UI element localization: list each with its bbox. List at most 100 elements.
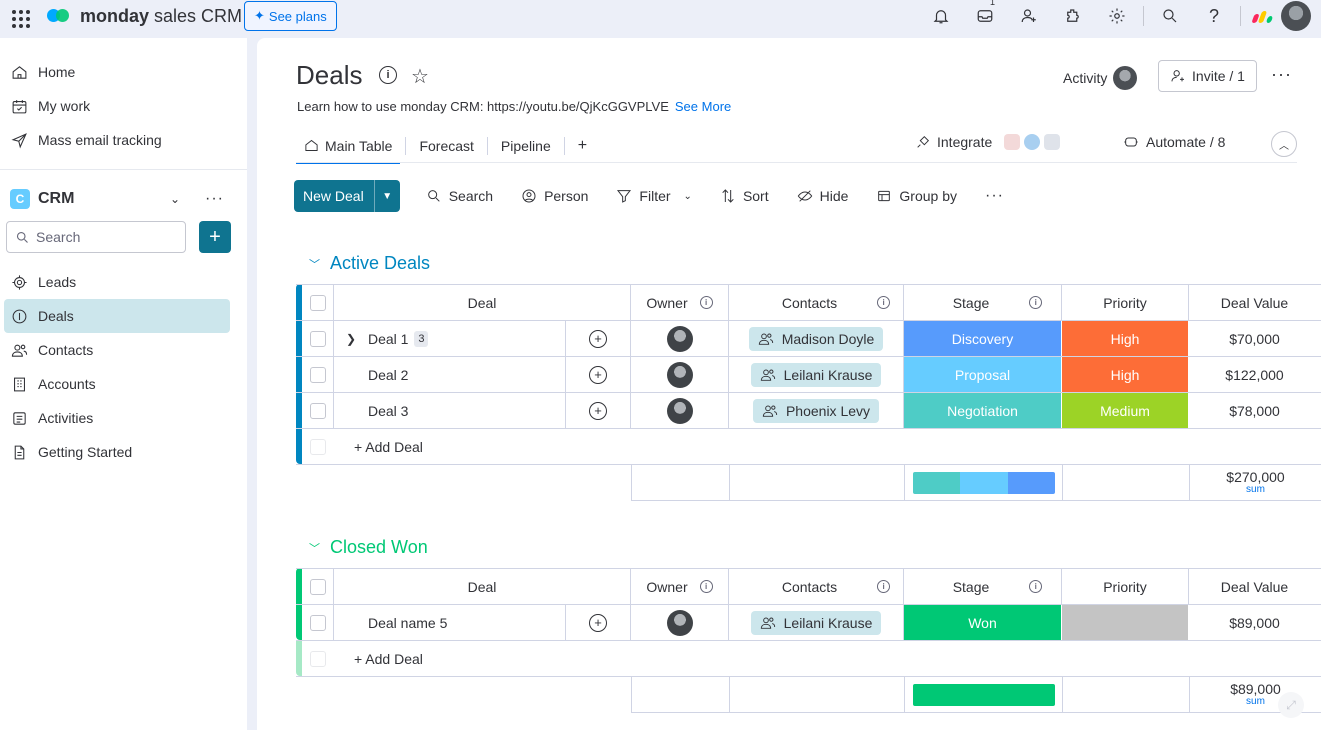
help-icon[interactable]: ? (1192, 0, 1236, 32)
info-icon[interactable]: i (699, 296, 713, 309)
brand-name[interactable]: monday sales CRM (80, 6, 242, 27)
owner-cell[interactable] (631, 321, 729, 356)
sort-button[interactable]: Sort (710, 180, 779, 212)
add-board-button[interactable]: + (199, 221, 231, 253)
updates-cell[interactable]: + (566, 321, 631, 356)
select-all-checkbox[interactable] (309, 294, 326, 311)
collapse-header-button[interactable]: ︿ (1271, 131, 1297, 157)
column-header-owner[interactable]: Owner i (631, 569, 729, 604)
sidebar-item-mass-email-tracking[interactable]: Mass email tracking (0, 123, 247, 157)
priority-status-cell[interactable]: High (1062, 357, 1189, 392)
deal-value-cell[interactable]: $70,000 (1189, 321, 1320, 356)
add-deal-input[interactable]: + Add Deal (354, 641, 654, 676)
column-header-deal-value[interactable]: Deal Value (1189, 569, 1320, 604)
sidebar-item-deals[interactable]: Deals (4, 299, 230, 333)
owner-cell[interactable] (631, 605, 729, 640)
table-row[interactable]: Deal 2 + Leilani Krause Proposal High $1… (296, 357, 1321, 393)
see-more-link[interactable]: See More (675, 99, 731, 114)
column-header-contacts[interactable]: Contacts i (729, 569, 904, 604)
deal-value-cell[interactable]: $89,000 (1189, 605, 1320, 640)
apps-grid-icon[interactable] (10, 8, 30, 28)
sidebar-item-contacts[interactable]: Contacts (4, 333, 230, 367)
stage-status-cell[interactable]: Discovery (904, 321, 1062, 356)
filter-button[interactable]: Filter ⌄ (606, 180, 702, 212)
new-deal-button[interactable]: New Deal ▼ (294, 180, 400, 212)
workspace-more-icon[interactable]: ··· (205, 190, 224, 208)
add-view-button[interactable]: + (570, 128, 595, 163)
page-title[interactable]: Deals (296, 60, 362, 91)
contact-chip[interactable]: Leilani Krause (750, 610, 882, 635)
owner-cell[interactable] (631, 393, 729, 428)
column-header-owner[interactable]: Owner i (631, 285, 729, 320)
info-icon[interactable]: i (1029, 296, 1043, 309)
column-header-deal-value[interactable]: Deal Value (1189, 285, 1320, 320)
chevron-down-icon[interactable]: ⌄ (684, 191, 692, 202)
sidebar-search-input[interactable]: Search (6, 221, 186, 253)
invite-button[interactable]: Invite / 1 (1158, 60, 1257, 92)
hide-button[interactable]: Hide (787, 180, 859, 212)
stage-distribution-bar[interactable] (913, 472, 1055, 494)
column-header-deal[interactable]: Deal (334, 285, 631, 320)
stage-status-cell[interactable]: Proposal (904, 357, 1062, 392)
contacts-cell[interactable]: Leilani Krause (729, 605, 904, 640)
expand-subitems-icon[interactable]: ❯ (346, 332, 356, 346)
priority-status-cell[interactable] (1062, 605, 1189, 640)
stage-summary-cell[interactable] (905, 465, 1063, 500)
stage-status-cell[interactable]: Negotiation (904, 393, 1062, 428)
see-plans-button[interactable]: ✦ See plans (244, 1, 337, 31)
column-header-priority[interactable]: Priority (1062, 285, 1189, 320)
updates-cell[interactable]: + (566, 393, 631, 428)
chevron-down-icon[interactable]: ﹀ (309, 256, 320, 272)
column-header-stage[interactable]: Stage i (904, 569, 1062, 604)
group-header-active-deals[interactable]: ﹀ Active Deals (309, 253, 430, 274)
deal-name-cell[interactable]: Deal 3 (334, 393, 566, 428)
deal-name[interactable]: Deal 1 (368, 331, 408, 347)
column-header-stage[interactable]: Stage i (904, 285, 1062, 320)
info-icon[interactable]: i (877, 296, 891, 309)
row-checkbox[interactable] (309, 614, 326, 631)
sidebar-item-my-work[interactable]: My work (0, 89, 247, 123)
add-update-icon[interactable]: + (589, 613, 607, 632)
search-button[interactable]: Search (416, 180, 503, 212)
column-header-contacts[interactable]: Contacts i (729, 285, 904, 320)
tab-main-table[interactable]: Main Table (296, 128, 401, 164)
info-icon[interactable]: i (877, 580, 891, 593)
sidebar-item-getting-started[interactable]: Getting Started (4, 435, 230, 469)
user-avatar[interactable] (1281, 1, 1311, 31)
automate-button[interactable]: Automate / 8 (1122, 134, 1225, 150)
row-checkbox[interactable] (309, 330, 326, 347)
stage-summary-cell[interactable] (905, 677, 1063, 712)
deal-name[interactable]: Deal 2 (368, 367, 408, 383)
group-header-closed-won[interactable]: ﹀ Closed Won (309, 537, 428, 558)
contacts-cell[interactable]: Madison Doyle (729, 321, 904, 356)
info-icon[interactable]: i (1029, 580, 1043, 593)
sidebar-item-accounts[interactable]: Accounts (4, 367, 230, 401)
invite-members-icon[interactable] (1007, 0, 1051, 32)
deal-name-cell[interactable]: ❯ Deal 1 3 (334, 321, 566, 356)
priority-status-cell[interactable]: High (1062, 321, 1189, 356)
person-filter-button[interactable]: Person (511, 180, 598, 212)
updates-cell[interactable]: + (566, 357, 631, 392)
select-all-checkbox[interactable] (309, 578, 326, 595)
deal-name[interactable]: Deal 3 (368, 403, 408, 419)
monday-product-switcher-icon[interactable] (1251, 9, 1274, 23)
add-deal-row[interactable]: + Add Deal (296, 429, 1321, 465)
deal-value-sum[interactable]: $270,000 sum (1190, 465, 1321, 500)
add-deal-input[interactable]: + Add Deal (354, 429, 654, 464)
table-row[interactable]: ❯ Deal 1 3 + Madison Doyle Discovery Hig… (296, 321, 1321, 357)
sidebar-item-activities[interactable]: Activities (4, 401, 230, 435)
deal-name-cell[interactable]: Deal name 5 (334, 605, 566, 640)
column-header-priority[interactable]: Priority (1062, 569, 1189, 604)
star-icon[interactable]: ☆ (411, 64, 429, 89)
deal-value-cell[interactable]: $78,000 (1189, 393, 1320, 428)
info-icon[interactable]: i (699, 580, 713, 593)
priority-status-cell[interactable]: Medium (1062, 393, 1189, 428)
apps-marketplace-icon[interactable] (1051, 0, 1095, 32)
contacts-cell[interactable]: Leilani Krause (729, 357, 904, 392)
table-row[interactable]: Deal name 5 + Leilani Krause Won $89,000 (296, 605, 1321, 641)
deal-name-cell[interactable]: Deal 2 (334, 357, 566, 392)
deal-value-cell[interactable]: $122,000 (1189, 357, 1320, 392)
owner-cell[interactable] (631, 357, 729, 392)
add-update-icon[interactable]: + (589, 401, 607, 420)
add-update-icon[interactable]: + (589, 329, 607, 348)
